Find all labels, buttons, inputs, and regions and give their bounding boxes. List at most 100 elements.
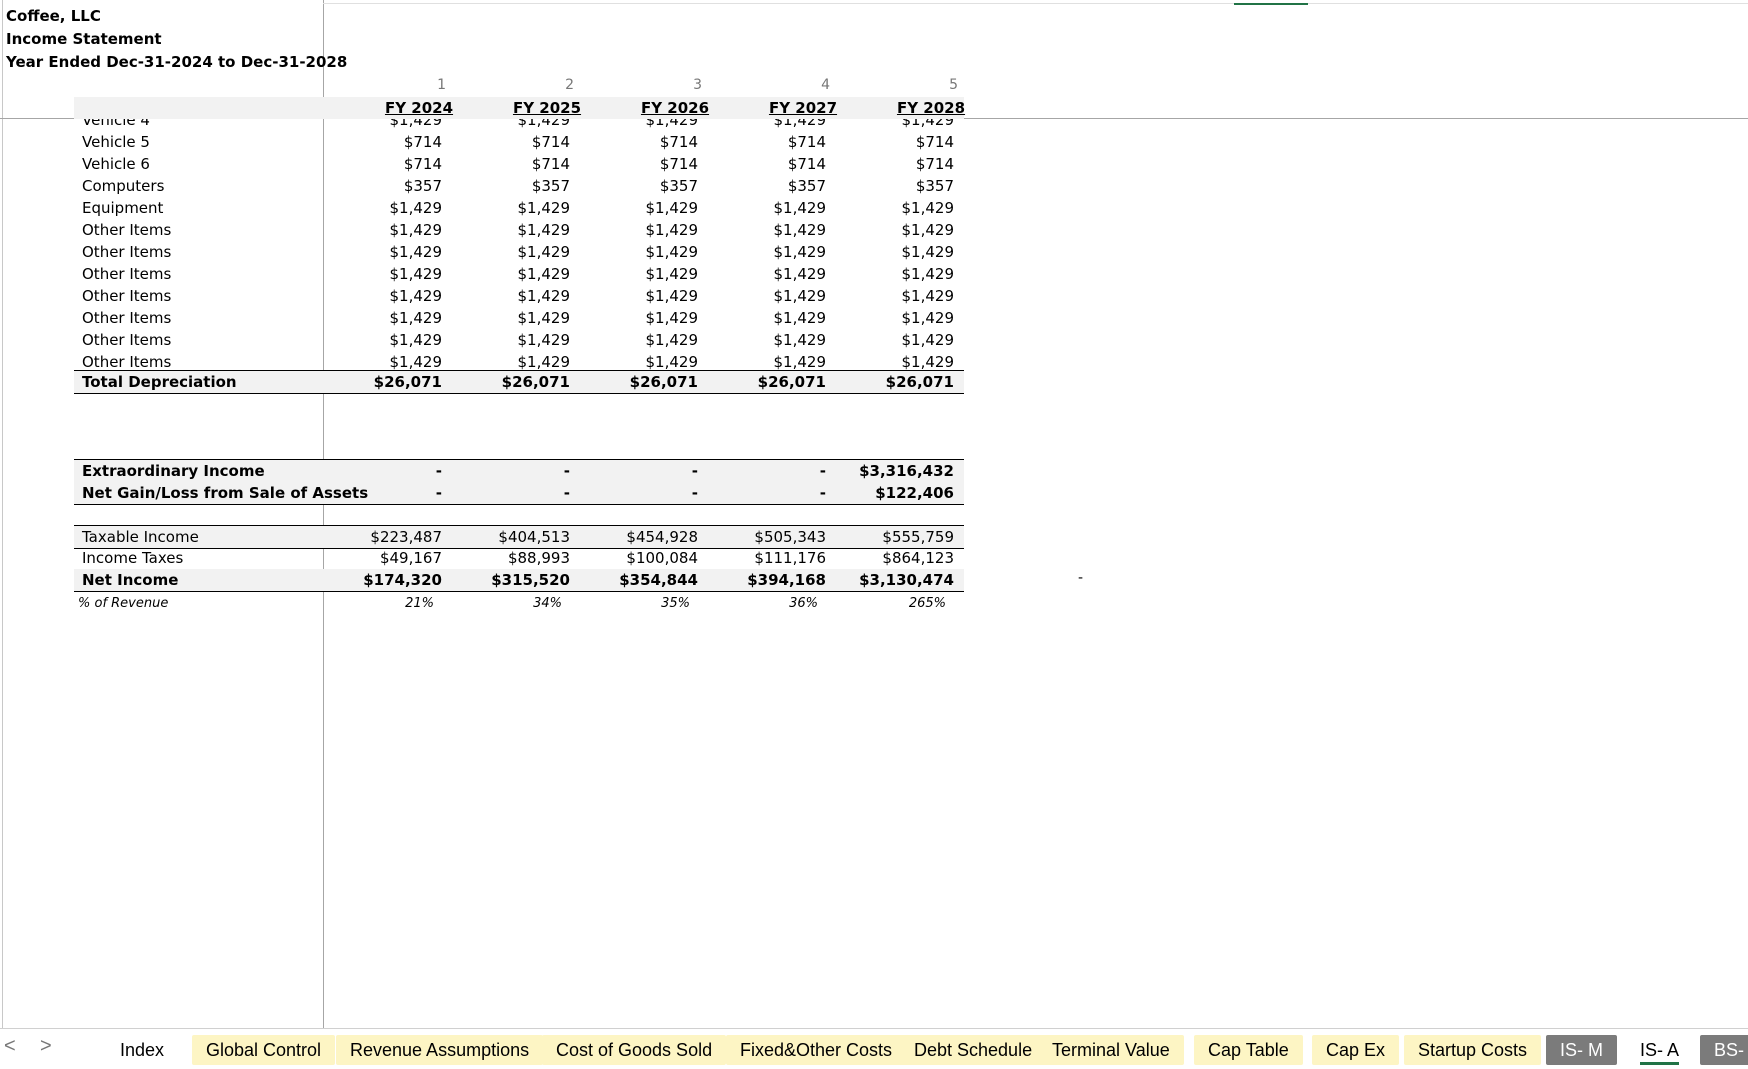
depreciation-row[interactable]: Other Items $1,429 $1,429 $1,429 $1,429 $1,42… [74, 241, 964, 263]
cell-value: $111,176 [754, 549, 826, 567]
cell-value: $714 [659, 155, 698, 173]
cell-value: $26,071 [629, 373, 698, 391]
sheet-tab-index[interactable]: Index [106, 1035, 179, 1065]
cell-value: $1,429 [389, 243, 443, 261]
cell-value: 21% [405, 596, 434, 611]
total-depreciation-row[interactable]: Total Depreciation $26,071 $26,071 $26,0… [74, 370, 964, 394]
sheet-tab-label: Index [120, 1040, 165, 1060]
row-label: Other Items [82, 309, 172, 327]
cell-value: - [435, 462, 442, 480]
cell-value: $1,429 [645, 243, 699, 261]
cell-value: $454,928 [626, 528, 698, 546]
cell-value: $1,429 [389, 331, 443, 349]
column-number-2: 2 [565, 77, 574, 93]
net-gain-loss-row[interactable]: Net Gain/Loss from Sale of Assets - - - … [74, 482, 964, 505]
top-gridline [323, 3, 1748, 4]
cell-value: $1,429 [389, 309, 443, 327]
cell-value: $3,130,474 [859, 571, 954, 589]
sheet-tab-cost-of-goods-sold[interactable]: Cost of Goods Sold [542, 1035, 727, 1065]
cell-value: - [563, 484, 570, 502]
scroll-tabs-right-button[interactable]: > [40, 1035, 52, 1058]
cell-value: $1,429 [901, 287, 955, 305]
sheet-tab-is-m[interactable]: IS- M [1546, 1035, 1617, 1065]
depreciation-row[interactable]: Other Items $1,429 $1,429 $1,429 $1,429 $1,42… [74, 285, 964, 307]
sheet-tab-startup-costs[interactable]: Startup Costs [1404, 1035, 1542, 1065]
cell-value: $714 [403, 133, 442, 151]
depreciation-row[interactable]: Computers $357 $357 $357 $357 $357 [74, 175, 964, 197]
depreciation-row[interactable]: Equipment $1,429 $1,429 $1,429 $1,429 $1,429 [74, 197, 964, 219]
sheet-tab-bar: < > Index Global Control Revenue Assumptio… [0, 1028, 1748, 1069]
sheet-tab-label: Cost of Goods Sold [556, 1040, 713, 1060]
row-label: Computers [82, 177, 165, 195]
row-label: Other Items [82, 287, 172, 305]
cell-value: $714 [915, 155, 954, 173]
cell-value: $1,429 [517, 265, 571, 283]
row-label: Total Depreciation [82, 373, 237, 391]
depreciation-row[interactable]: Vehicle 5 $714 $714 $714 $714 $714 [74, 131, 964, 153]
cell-value: $1,429 [773, 221, 827, 239]
depreciation-row[interactable]: Other Items $1,429 $1,429 $1,429 $1,429 $1,42… [74, 329, 964, 351]
cell-value: $88,993 [507, 549, 570, 567]
sheet-tab-debt-schedule[interactable]: Debt Schedule [900, 1035, 1047, 1065]
sheet-tab-cap-table[interactable]: Cap Table [1194, 1035, 1303, 1065]
column-number-1: 1 [437, 77, 446, 93]
extraordinary-income-row[interactable]: Extraordinary Income - - - - $3,316,432 [74, 459, 964, 483]
sheet-tab-fixed-other-costs[interactable]: Fixed&Other Costs [726, 1035, 907, 1065]
depreciation-row[interactable]: Vehicle 6 $714 $714 $714 $714 $714 [74, 153, 964, 175]
sheet-tab-terminal-value[interactable]: Terminal Value [1038, 1035, 1184, 1065]
sheet-tab-label: Global Control [206, 1040, 322, 1060]
depreciation-row[interactable]: Other Items $1,429 $1,429 $1,429 $1,429 $1,42… [74, 219, 964, 241]
cell-value: 36% [789, 596, 818, 611]
column-number-4: 4 [821, 77, 830, 93]
cell-value: $1,429 [901, 309, 955, 327]
cell-value: $714 [531, 133, 570, 151]
cell-value: - [435, 484, 442, 502]
cell-value: $1,429 [389, 221, 443, 239]
period-title: Year Ended Dec-31-2024 to Dec-31-2028 [6, 53, 348, 71]
cell-value: $1,429 [517, 331, 571, 349]
cell-value: 34% [533, 596, 562, 611]
cell-value: $1,429 [389, 199, 443, 217]
cell-value: $1,429 [901, 199, 955, 217]
cell-value: $354,844 [619, 571, 698, 589]
row-label: Other Items [82, 331, 172, 349]
year-header-4: FY 2027 [768, 99, 838, 117]
sheet-tab-revenue-assumptions[interactable]: Revenue Assumptions [336, 1035, 544, 1065]
stray-cell-value[interactable]: - [1078, 570, 1083, 586]
cell-value: $404,513 [498, 528, 570, 546]
pct-revenue-row[interactable]: % of Revenue 21% 34% 35% 36% 265% [70, 593, 960, 615]
scroll-tabs-left-button[interactable]: < [4, 1035, 16, 1058]
column-number-5: 5 [949, 77, 958, 93]
cell-value: $1,429 [645, 265, 699, 283]
spreadsheet-grid[interactable]: Coffee, LLC Income Statement Year Ended … [0, 0, 1748, 1028]
row-label: Extraordinary Income [82, 462, 265, 480]
left-border [2, 0, 3, 1028]
cell-value: $26,071 [885, 373, 954, 391]
sheet-tab-cap-ex[interactable]: Cap Ex [1312, 1035, 1400, 1065]
cell-value: $357 [659, 177, 698, 195]
cell-value: - [819, 484, 826, 502]
cell-value: $714 [659, 133, 698, 151]
cell-value: $3,316,432 [859, 462, 954, 480]
sheet-tab-label: IS- A [1640, 1040, 1680, 1065]
taxable-income-row[interactable]: Taxable Income $223,487 $404,513 $454,92… [74, 525, 964, 549]
selected-column-indicator [1234, 3, 1308, 5]
income-taxes-row[interactable]: Income Taxes $49,167 $88,993 $100,084 $1… [74, 547, 964, 570]
statement-title: Income Statement [6, 30, 162, 48]
sheet-tab-label: BS- M [1714, 1040, 1748, 1060]
sheet-tab-is-a[interactable]: IS- A [1626, 1035, 1694, 1065]
cell-value: - [691, 484, 698, 502]
row-label: % of Revenue [78, 596, 169, 611]
column-number-3: 3 [693, 77, 702, 93]
cell-value: $1,429 [645, 287, 699, 305]
sheet-tab-bs-m[interactable]: BS- M [1700, 1035, 1748, 1065]
cell-value: $357 [403, 177, 442, 195]
cell-value: $1,429 [645, 221, 699, 239]
depreciation-row[interactable]: Other Items $1,429 $1,429 $1,429 $1,429 $1,42… [74, 307, 964, 329]
cell-value: $357 [531, 177, 570, 195]
depreciation-row[interactable]: Other Items $1,429 $1,429 $1,429 $1,429 $1,42… [74, 263, 964, 285]
cell-value: $1,429 [773, 287, 827, 305]
sheet-tab-global-control[interactable]: Global Control [192, 1035, 336, 1065]
cell-value: $1,429 [773, 243, 827, 261]
net-income-row[interactable]: Net Income $174,320 $315,520 $354,844 $3… [74, 569, 964, 592]
